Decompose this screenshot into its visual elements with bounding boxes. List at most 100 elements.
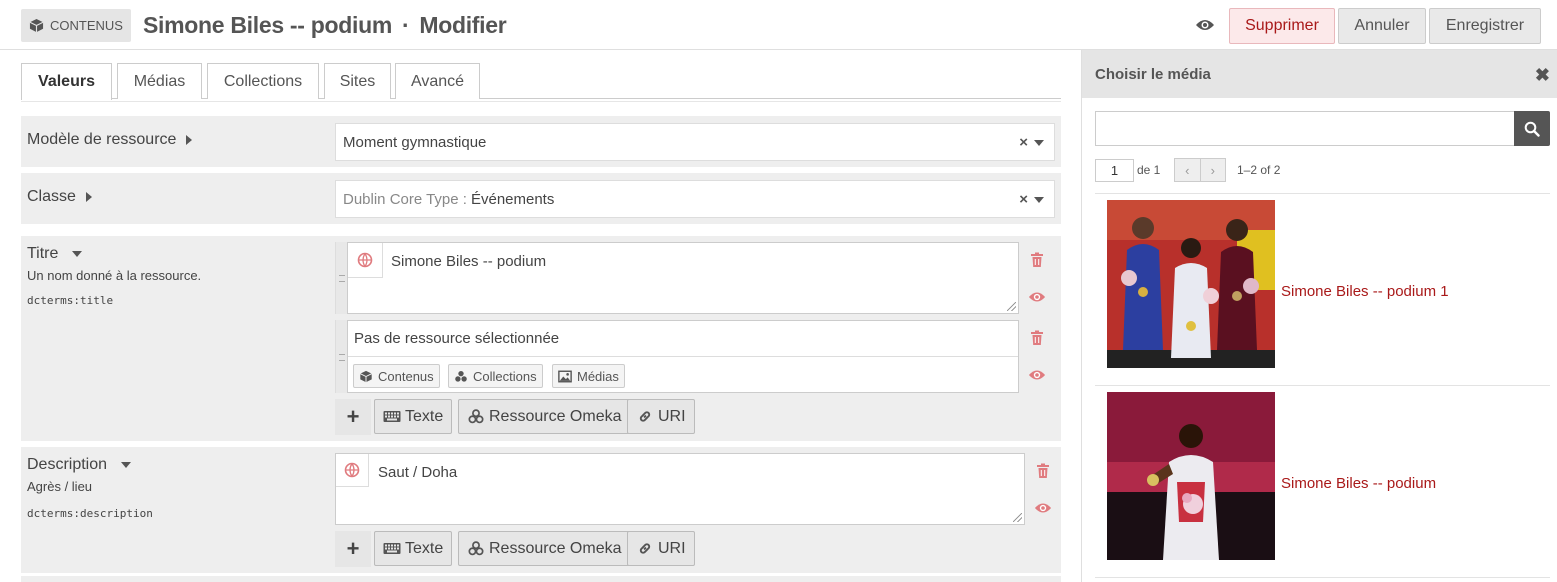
cube-icon [360, 370, 372, 382]
chevron-down-icon[interactable] [1034, 197, 1044, 203]
save-button[interactable]: Enregistrer [1429, 8, 1541, 44]
cubes-icon [468, 409, 484, 424]
tab-collections[interactable]: Collections [207, 63, 319, 99]
breadcrumb-items[interactable]: CONTENUS [21, 9, 131, 42]
trash-icon[interactable] [1029, 330, 1045, 346]
media-item[interactable]: Simone Biles -- podium 1 [1095, 194, 1550, 384]
page-action: Modifier [419, 12, 507, 38]
eye-icon[interactable] [1028, 367, 1046, 383]
property-title-comment: Un nom donné à la ressource. [27, 268, 202, 283]
title-literal-input[interactable]: Simone Biles -- podium [347, 242, 1019, 314]
drag-handle[interactable] [335, 320, 347, 393]
tab-advanced[interactable]: Avancé [395, 63, 480, 99]
media-thumbnail[interactable] [1107, 392, 1275, 560]
tab-values[interactable]: Valeurs [21, 63, 112, 100]
clear-icon[interactable]: × [1019, 191, 1028, 208]
media-search-input[interactable] [1095, 111, 1515, 146]
tab-sites[interactable]: Sites [324, 63, 391, 99]
search-icon [1524, 121, 1540, 137]
keyboard-icon [383, 411, 401, 422]
property-title-term: dcterms:title [27, 294, 114, 307]
image-icon [558, 370, 572, 382]
no-resource-text: Pas de ressource sélectionnée [354, 330, 560, 347]
page-total: de 1 [1137, 163, 1161, 177]
language-globe-icon[interactable] [348, 243, 383, 278]
cubes-icon [468, 541, 484, 556]
close-icon[interactable]: ✖ [1535, 65, 1550, 86]
sidebar-header: Choisir le média ✖ [1082, 50, 1557, 98]
eye-icon[interactable] [1028, 289, 1046, 305]
class-label[interactable]: Classe [27, 188, 92, 206]
class-select[interactable]: Dublin Core Type : Événements × [335, 180, 1055, 218]
add-omeka-resource-button[interactable]: Ressource Omeka [458, 531, 631, 566]
title-resource-value: Pas de ressource sélectionnée Contenus C… [347, 320, 1019, 393]
media-title-link[interactable]: Simone Biles -- podium 1 [1281, 283, 1449, 300]
property-title-label[interactable]: Titre [27, 245, 83, 263]
description-literal-input[interactable]: Saut / Doha [335, 453, 1025, 525]
link-icon [639, 543, 651, 554]
delete-button[interactable]: Supprimer [1229, 8, 1335, 44]
drag-handle[interactable] [335, 242, 347, 314]
clear-icon[interactable]: × [1019, 134, 1028, 151]
section-tabs: Valeurs Médias Collections Sites Avancé [21, 63, 1061, 100]
tabs-divider [21, 101, 1061, 102]
property-description-term: dcterms:description [27, 507, 153, 520]
resource-template-select[interactable]: Moment gymnastique × [335, 123, 1055, 161]
caret-down-icon [121, 462, 132, 468]
add-text-button[interactable]: Texte [374, 531, 453, 566]
caret-right-icon [186, 135, 193, 145]
eye-icon[interactable] [1195, 17, 1215, 33]
class-row: Classe Dublin Core Type : Événements × [21, 173, 1061, 224]
sidebar-title: Choisir le média [1095, 65, 1211, 83]
select-items-button[interactable]: Contenus [353, 364, 440, 388]
add-omeka-resource-button[interactable]: Ressource Omeka [458, 399, 631, 434]
add-uri-button[interactable]: URI [627, 399, 695, 434]
class-value: Événements [470, 190, 555, 208]
cancel-button[interactable]: Annuler [1338, 8, 1426, 44]
divider [1095, 577, 1550, 578]
divider [348, 356, 1018, 357]
media-thumbnail[interactable] [1107, 200, 1275, 368]
trash-icon[interactable] [1029, 252, 1045, 268]
language-globe-icon[interactable] [336, 454, 369, 487]
media-selector-sidebar: Choisir le média ✖ 1 de 1 ‹ › 1–2 of 2 S… [1081, 50, 1557, 582]
caret-down-icon [72, 251, 83, 257]
cube-icon [29, 18, 44, 33]
select-media-button[interactable]: Médias [552, 364, 625, 388]
property-description-comment: Agrès / lieu [27, 479, 93, 494]
breadcrumb-label: CONTENUS [50, 18, 123, 33]
property-description-row: Description Agrès / lieu dcterms:descrip… [21, 447, 1061, 573]
page-number-input[interactable]: 1 [1095, 159, 1134, 182]
add-text-button[interactable]: Texte [374, 399, 453, 434]
resource-template-value: Moment gymnastique [343, 133, 487, 151]
search-button[interactable] [1514, 111, 1550, 146]
property-description-label[interactable]: Description [27, 456, 132, 474]
previous-page-button[interactable]: ‹ [1175, 159, 1201, 181]
resize-handle[interactable] [1013, 513, 1022, 522]
property-title-row: Titre Un nom donné à la ressource. dcter… [21, 236, 1061, 441]
page-header: CONTENUS Simone Biles -- podium · Modifier… [0, 0, 1557, 50]
add-uri-button[interactable]: URI [627, 531, 695, 566]
result-range: 1–2 of 2 [1237, 163, 1281, 177]
tab-media[interactable]: Médias [117, 63, 202, 99]
pagination-buttons: ‹ › [1174, 158, 1226, 182]
add-value-plus-button[interactable]: + [335, 531, 371, 567]
next-property-row [21, 576, 1061, 582]
eye-icon[interactable] [1034, 500, 1052, 516]
resource-template-row: Modèle de ressource Moment gymnastique × [21, 116, 1061, 167]
trash-icon[interactable] [1035, 463, 1051, 479]
select-collections-button[interactable]: Collections [448, 364, 543, 388]
cubes-icon [455, 370, 467, 382]
resource-template-label[interactable]: Modèle de ressource [27, 131, 193, 149]
title-literal-value: Simone Biles -- podium [391, 253, 547, 270]
caret-right-icon [85, 192, 92, 202]
description-literal-value: Saut / Doha [378, 464, 458, 481]
class-vocabulary-prefix: Dublin Core Type : [343, 190, 467, 208]
next-page-button[interactable]: › [1201, 159, 1226, 181]
add-value-plus-button[interactable]: + [335, 399, 371, 435]
page-title: Simone Biles -- podium · Modifier [143, 12, 507, 39]
media-item[interactable]: Simone Biles -- podium [1095, 386, 1550, 576]
resize-handle[interactable] [1007, 302, 1016, 311]
media-title-link[interactable]: Simone Biles -- podium [1281, 475, 1436, 492]
chevron-down-icon[interactable] [1034, 140, 1044, 146]
